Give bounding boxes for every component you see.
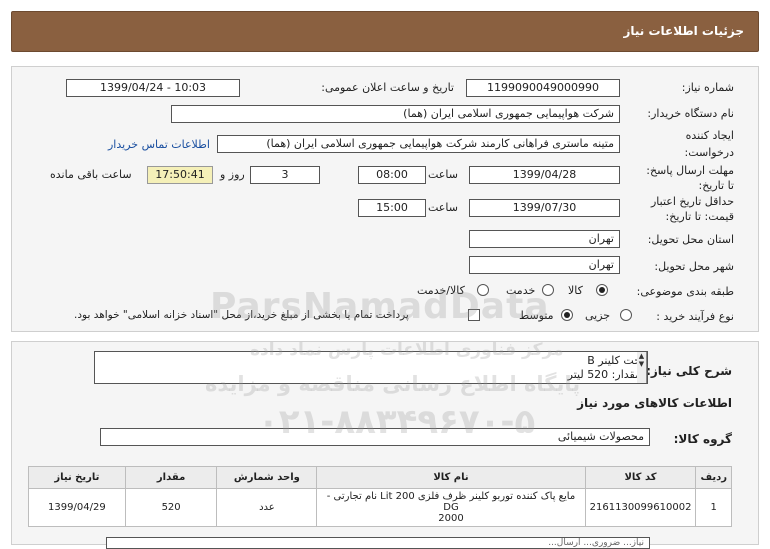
col-name: نام کالا <box>316 466 586 489</box>
goods-table-header: ردیف کد کالا نام کالا واحد شمارش مقدار ت… <box>28 466 732 489</box>
cell-qty: 520 <box>124 488 218 527</box>
goods-table: ردیف کد کالا نام کالا واحد شمارش مقدار ت… <box>28 466 732 527</box>
process-option-minor: جزیی <box>585 309 611 322</box>
col-row: ردیف <box>695 466 732 489</box>
remaining-time-field: 17:50:41 <box>147 166 213 184</box>
category-radio-goods-service[interactable] <box>477 284 489 296</box>
buyer-label: نام دستگاه خریدار: <box>647 107 734 120</box>
cell-name-line-1: مایع پاک کننده توربو کلینر ظرف فلزی Lit … <box>326 491 576 513</box>
creator-label-1: ایجاد کننده <box>685 129 734 142</box>
deadline-time-field: 08:00 <box>358 166 426 184</box>
category-option-service: خدمت <box>506 284 536 297</box>
category-option-goods: کالا <box>568 284 583 297</box>
remaining-label: ساعت باقی مانده <box>50 168 132 181</box>
announce-field: 1399/04/24 - 10:03 <box>66 79 240 97</box>
validity-time-field: 15:00 <box>358 199 426 217</box>
cell-unit: عدد <box>216 488 318 527</box>
category-label: طبقه بندی موضوعی: <box>636 285 734 298</box>
deadline-label-2: تا تاریخ: <box>698 179 734 192</box>
description-textarea: جت کلینر B مقدار: 520 لیتر <box>94 351 648 384</box>
process-radio-minor[interactable] <box>620 309 632 321</box>
goods-section-title: اطلاعات کالاهای مورد نیاز <box>577 396 732 410</box>
validity-time-label: ساعت <box>428 201 458 214</box>
category-option-goods-service: کالا/خدمت <box>417 284 465 297</box>
cell-code: 2161130099610002 <box>584 488 697 527</box>
days-field: 3 <box>250 166 320 184</box>
goods-group-label: گروه کالا: <box>673 432 732 446</box>
need-number-label: شماره نیاز: <box>681 81 734 94</box>
buyer-field: شرکت هواپیمایی جمهوری اسلامی ایران (هما) <box>171 105 620 123</box>
cell-name: مایع پاک کننده توربو کلینر ظرف فلزی Lit … <box>316 488 586 527</box>
announce-label: تاریخ و ساعت اعلان عمومی: <box>321 81 454 94</box>
process-option-medium: متوسط <box>519 309 554 322</box>
city-label: شهر محل تحویل: <box>654 260 734 273</box>
cell-row: 1 <box>695 488 732 527</box>
bottom-partial-field: نیاز... ضروری... ارسال... <box>106 537 650 549</box>
page-title: جزئیات اطلاعات نیاز <box>623 24 744 38</box>
cell-date: 1399/04/29 <box>28 488 126 527</box>
col-unit: واحد شمارش <box>216 466 318 489</box>
deadline-date-field: 1399/04/28 <box>469 166 620 184</box>
col-date: تاریخ نیاز <box>28 466 126 489</box>
deadline-time-label: ساعت <box>428 168 458 181</box>
description-label: شرح کلی نیاز: <box>646 364 732 378</box>
table-row: 1 2161130099610002 مایع پاک کننده توربو … <box>28 488 732 527</box>
deadline-label-1: مهلت ارسال پاسخ: <box>646 164 734 177</box>
goods-group-field: محصولات شیمیائی <box>100 428 650 446</box>
city-field: تهران <box>469 256 620 274</box>
need-number-field: 1199090049000990 <box>466 79 620 97</box>
process-radio-medium[interactable] <box>561 309 573 321</box>
validity-label-2: قیمت: تا تاریخ: <box>665 210 734 223</box>
validity-label-1: حداقل تاریخ اعتبار <box>650 195 734 208</box>
description-line-2: مقدار: 520 لیتر <box>567 368 641 381</box>
process-label: نوع فرآیند خرید : <box>656 310 734 323</box>
category-radio-goods[interactable] <box>596 284 608 296</box>
col-qty: مقدار <box>124 466 218 489</box>
treasury-payment-note: پرداخت تمام یا بخشی از مبلغ خرید،از محل … <box>74 309 409 321</box>
description-line-1: جت کلینر B <box>587 354 641 367</box>
col-code: کد کالا <box>584 466 697 489</box>
days-label: روز و <box>220 168 245 181</box>
treasury-payment-checkbox[interactable] <box>468 309 480 321</box>
buyer-contact-link[interactable]: اطلاعات تماس خریدار <box>108 138 210 151</box>
province-label: استان محل تحویل: <box>647 233 734 246</box>
province-field: تهران <box>469 230 620 248</box>
validity-date-field: 1399/07/30 <box>469 199 620 217</box>
cell-name-line-2: 2000 <box>438 513 464 524</box>
page-header: جزئیات اطلاعات نیاز <box>11 11 759 52</box>
category-radio-service[interactable] <box>542 284 554 296</box>
creator-field: متینه ماستری فراهانی کارمند شرکت هواپیما… <box>217 135 620 153</box>
creator-label-2: درخواست: <box>684 146 734 159</box>
textarea-scroll-spinner[interactable]: ▲ ▼ <box>637 352 647 383</box>
